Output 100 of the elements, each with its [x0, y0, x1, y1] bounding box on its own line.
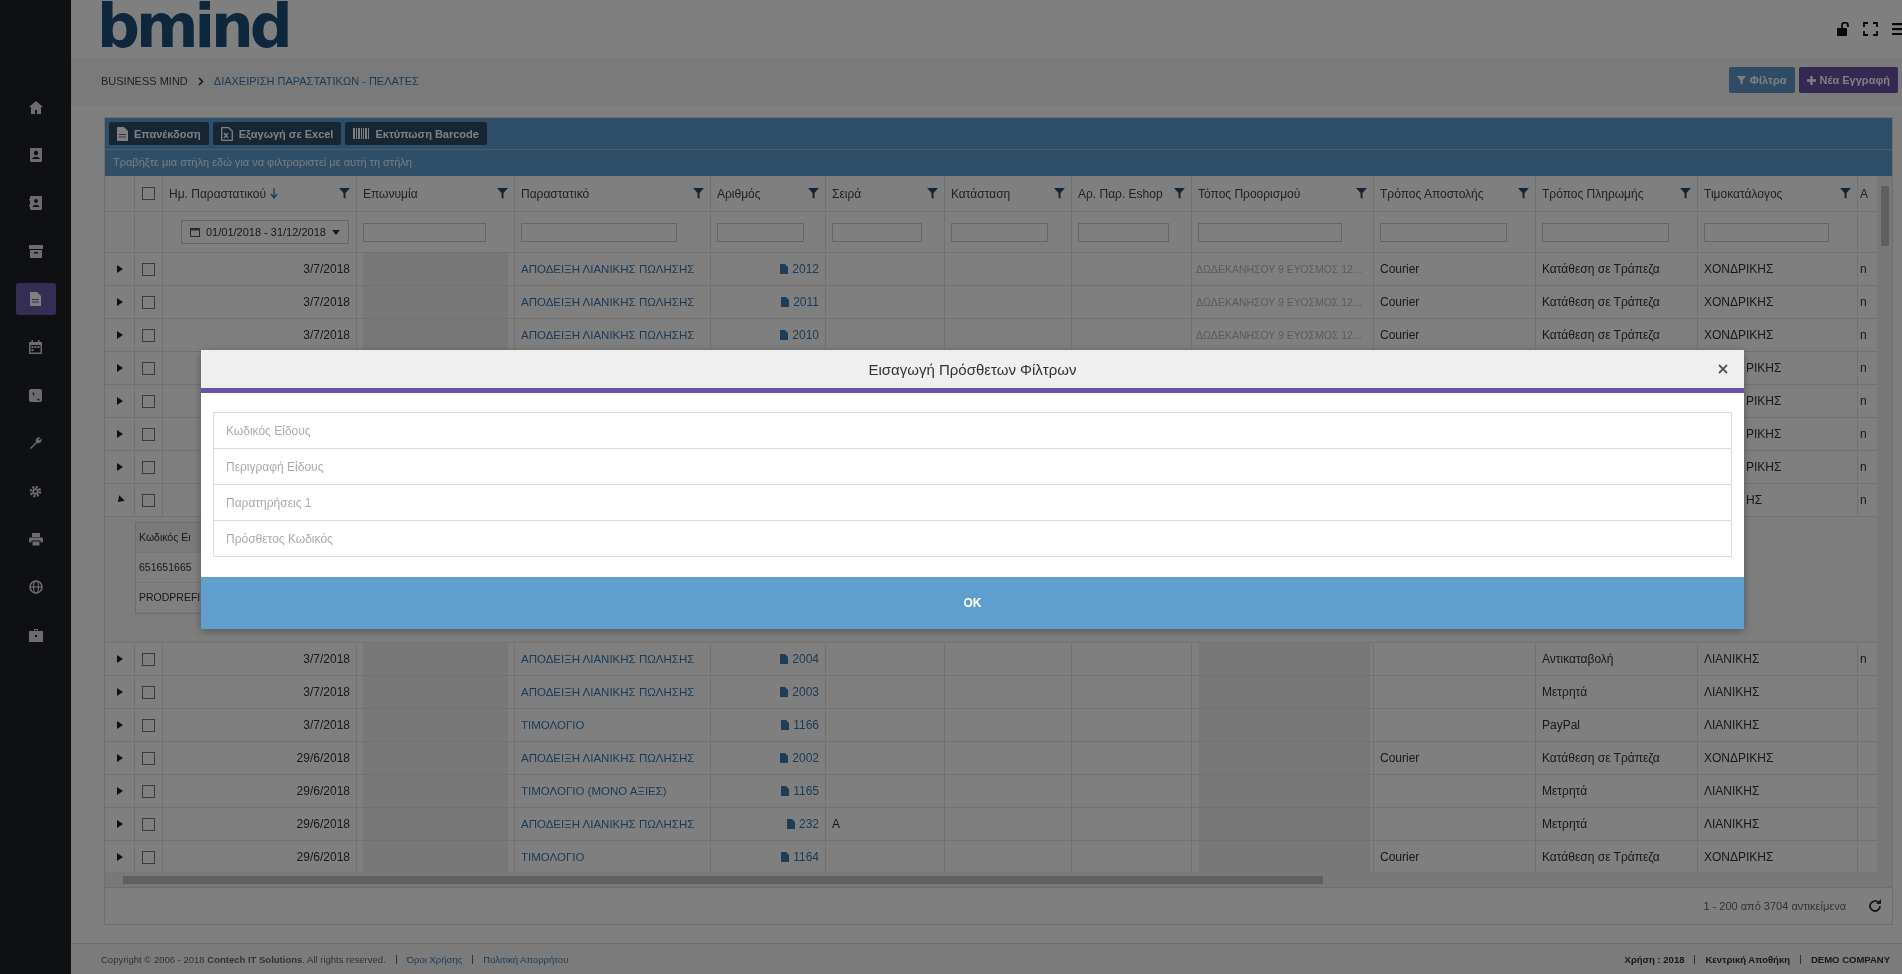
checkbox[interactable]	[142, 718, 155, 732]
filter-icon[interactable]	[1518, 188, 1529, 199]
expand-arrow-icon[interactable]	[116, 655, 123, 663]
input-field[interactable]: Πρόσθετος Κωδικός	[213, 520, 1732, 557]
expand-arrow-icon[interactable]	[116, 331, 123, 339]
input-field[interactable]: Περιγραφή Είδους	[213, 448, 1732, 485]
number-cell[interactable]: 1165	[793, 784, 819, 798]
filter-icon[interactable]	[1054, 188, 1065, 199]
number-cell[interactable]: 1166	[793, 718, 819, 732]
input-field[interactable]: Παρατηρήσεις 1	[213, 484, 1732, 521]
filter-button[interactable]: Φίλτρα	[1728, 67, 1795, 93]
number-cell[interactable]: 232	[798, 817, 819, 831]
number-cell[interactable]: 2004	[792, 652, 819, 666]
expand-arrow-icon[interactable]	[116, 364, 123, 372]
column-header[interactable]: Τρόπος Αποστολής	[1380, 186, 1484, 201]
filter-field[interactable]	[1380, 222, 1507, 242]
filter-field[interactable]	[832, 222, 923, 242]
column-header[interactable]: Τόπος Προορισμού	[1198, 186, 1301, 201]
expand-arrow-icon[interactable]	[116, 463, 123, 471]
sort-arrow-icon[interactable]	[270, 188, 279, 199]
column-header[interactable]: Τρόπος Πληρωμής	[1542, 186, 1644, 201]
checkbox[interactable]	[142, 187, 155, 200]
filter-icon[interactable]	[339, 188, 350, 199]
document-link[interactable]: ΑΠΟΔΕΙΞΗ ΛΙΑΝΙΚΗΣ ΠΩΛΗΣΗΣ	[521, 329, 695, 341]
column-header[interactable]: Α	[1860, 186, 1868, 201]
document-link[interactable]: ΑΠΟΔΕΙΞΗ ΛΙΑΝΙΚΗΣ ΠΩΛΗΣΗΣ	[521, 752, 695, 764]
document-link[interactable]: ΑΠΟΔΕΙΞΗ ΛΙΑΝΙΚΗΣ ΠΩΛΗΣΗΣ	[521, 653, 695, 665]
new-record-button[interactable]: Νέα Εγγραφή	[1798, 67, 1898, 93]
expand-arrow-icon[interactable]	[116, 688, 123, 696]
expand-arrow-icon[interactable]	[116, 820, 123, 828]
filter-field[interactable]	[1198, 222, 1342, 242]
horizontal-scrollbar[interactable]	[105, 872, 1892, 887]
column-header[interactable]: Τιμοκατάλογος	[1704, 186, 1783, 201]
column-header[interactable]: Αριθμός	[717, 186, 761, 201]
column-header[interactable]: Σειρά	[832, 186, 862, 201]
number-cell[interactable]: 2012	[792, 262, 819, 276]
vertical-scrollbar[interactable]	[1877, 176, 1892, 872]
filter-field[interactable]	[363, 222, 487, 242]
unlock-icon[interactable]	[1837, 21, 1849, 36]
filter-icon[interactable]	[1680, 188, 1691, 199]
menu-icon[interactable]	[1892, 22, 1902, 35]
footer-link[interactable]: Πολιτική Απορρήτου	[483, 953, 569, 965]
document-link[interactable]: ΤΙΜΟΛΟΓΙΟ	[521, 719, 585, 731]
filter-field[interactable]	[521, 222, 677, 242]
checkbox[interactable]	[142, 652, 155, 666]
filter-icon[interactable]	[1356, 188, 1367, 199]
document-link[interactable]: ΑΠΟΔΕΙΞΗ ΛΙΑΝΙΚΗΣ ΠΩΛΗΣΗΣ	[521, 818, 695, 830]
checkbox[interactable]	[142, 784, 155, 798]
checkbox[interactable]	[142, 460, 155, 474]
expand-arrow-icon[interactable]	[116, 430, 123, 438]
checkbox[interactable]	[142, 817, 155, 831]
filter-icon[interactable]	[808, 188, 819, 199]
breadcrumb-item[interactable]: BUSINESS MIND	[101, 75, 188, 87]
expand-arrow-icon[interactable]	[116, 298, 123, 306]
expand-arrow-icon[interactable]	[116, 754, 123, 762]
filter-icon[interactable]	[693, 188, 704, 199]
filter-field[interactable]	[1078, 222, 1169, 242]
checkbox[interactable]	[142, 262, 155, 276]
toolbar-button[interactable]: Εκτύπωση Barcode	[345, 122, 487, 145]
column-header[interactable]: Επωνυμία	[363, 186, 418, 201]
filter-icon[interactable]	[497, 188, 508, 199]
column-header[interactable]: Αρ. Παρ. Eshop	[1078, 186, 1163, 201]
filter-icon[interactable]	[1840, 188, 1851, 199]
filter-field[interactable]	[951, 222, 1048, 242]
filter-field[interactable]	[1542, 222, 1669, 242]
breadcrumb-item[interactable]: ΔΙΑΧΕΙΡΙΣΗ ΠΑΡΑΣΤΑΤΙΚΩΝ - ΠΕΛΑΤΕΣ	[213, 75, 419, 87]
ok-button[interactable]: OK	[201, 577, 1744, 629]
number-cell[interactable]: 2003	[792, 685, 819, 699]
number-cell[interactable]: 1164	[793, 850, 819, 864]
expand-arrow-icon[interactable]	[116, 853, 123, 861]
document-link[interactable]: ΑΠΟΔΕΙΞΗ ΛΙΑΝΙΚΗΣ ΠΩΛΗΣΗΣ	[521, 263, 695, 275]
document-link[interactable]: ΑΠΟΔΕΙΞΗ ΛΙΑΝΙΚΗΣ ΠΩΛΗΣΗΣ	[521, 296, 695, 308]
filter-icon[interactable]	[927, 188, 938, 199]
date-range-dropdown[interactable]: 01/01/2018 - 31/12/2018	[181, 220, 349, 244]
sidebar-item[interactable]	[15, 283, 56, 315]
checkbox[interactable]	[142, 850, 155, 864]
number-cell[interactable]: 2010	[792, 328, 819, 342]
column-header[interactable]: Κατάσταση	[951, 186, 1011, 201]
checkbox[interactable]	[142, 295, 155, 309]
expand-arrow-icon[interactable]	[116, 397, 123, 405]
checkbox[interactable]	[142, 361, 155, 375]
checkbox[interactable]	[142, 427, 155, 441]
footer-link[interactable]: Όροι Χρήσης	[406, 953, 463, 965]
close-button[interactable]	[1716, 362, 1730, 376]
refresh-icon[interactable]	[1868, 899, 1882, 913]
toolbar-button[interactable]: Εξαγωγή σε Excel	[212, 122, 342, 145]
toolbar-button[interactable]: Επανέκδοση	[109, 122, 209, 145]
column-header[interactable]: Παραστατικό	[521, 186, 590, 201]
checkbox[interactable]	[142, 394, 155, 408]
filter-field[interactable]	[1704, 222, 1829, 242]
document-link[interactable]: ΤΙΜΟΛΟΓΙΟ	[521, 851, 585, 863]
checkbox[interactable]	[142, 751, 155, 765]
checkbox[interactable]	[142, 493, 155, 507]
checkbox[interactable]	[142, 328, 155, 342]
column-header[interactable]: Ημ. Παραστατικού	[169, 186, 267, 201]
number-cell[interactable]: 2011	[793, 295, 819, 309]
expand-arrow-icon[interactable]	[116, 721, 123, 729]
document-link[interactable]: ΤΙΜΟΛΟΓΙΟ (ΜΟΝΟ ΑΞΙΕΣ)	[521, 785, 667, 797]
number-cell[interactable]: 2002	[792, 751, 819, 765]
input-field[interactable]: Κωδικός Είδους	[213, 412, 1732, 449]
